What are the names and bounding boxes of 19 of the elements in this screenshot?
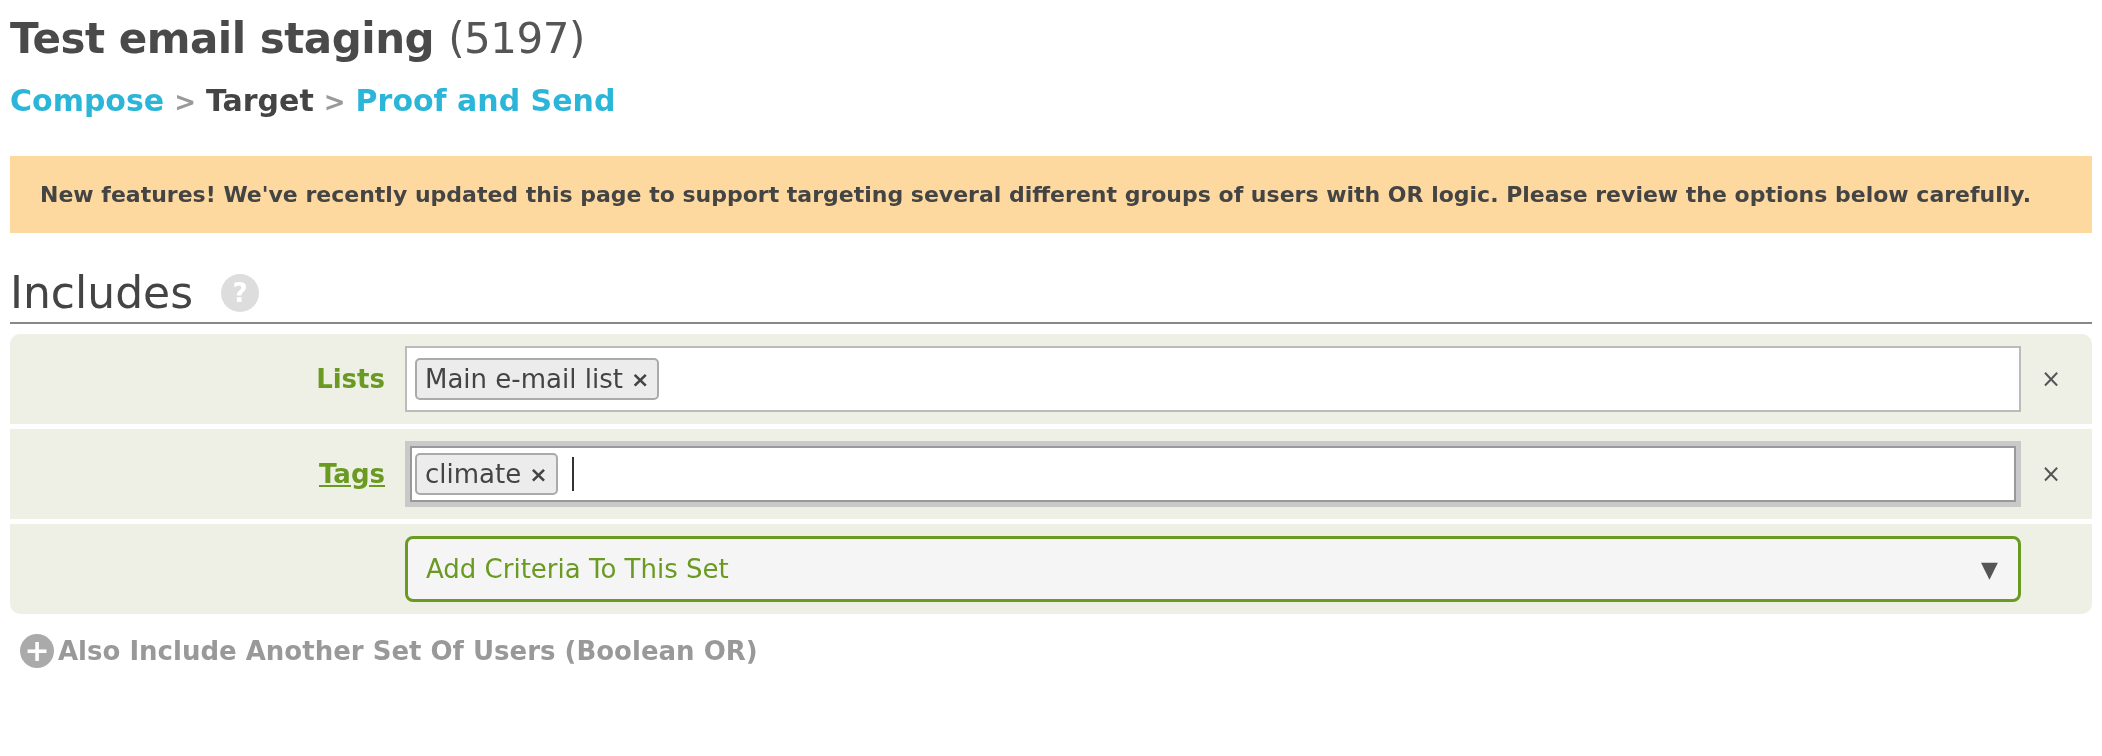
token-chip: Main e-mail list × bbox=[415, 358, 660, 400]
token-chip: climate × bbox=[415, 453, 558, 495]
breadcrumb-separator: > bbox=[174, 87, 196, 117]
token-input-field[interactable]: climate × bbox=[405, 441, 2021, 507]
dropdown-caret-icon: ▼ bbox=[1981, 556, 1998, 582]
token-input-field[interactable]: Main e-mail list × bbox=[405, 346, 2021, 412]
remove-token-button[interactable]: × bbox=[529, 461, 548, 487]
remove-row-button[interactable]: × bbox=[2041, 460, 2062, 488]
section-heading: Includes bbox=[10, 267, 194, 318]
notice-banner: New features! We've recently updated this page to support targeting several different groups of users with OR logic. Please review the options below carefully. bbox=[10, 156, 2092, 233]
text-cursor bbox=[571, 457, 574, 491]
breadcrumb-step[interactable]: Target bbox=[206, 83, 314, 118]
item-count: (5197) bbox=[448, 14, 585, 63]
criteria-dropdown[interactable]: Add Criteria To This Set ▼ bbox=[405, 536, 2021, 602]
plus-icon: + bbox=[20, 634, 54, 668]
remove-row-button[interactable]: × bbox=[2041, 365, 2062, 393]
remove-token-button[interactable]: × bbox=[630, 366, 650, 392]
page-title: Test email staging bbox=[10, 14, 435, 63]
breadcrumb-separator: > bbox=[323, 87, 346, 117]
